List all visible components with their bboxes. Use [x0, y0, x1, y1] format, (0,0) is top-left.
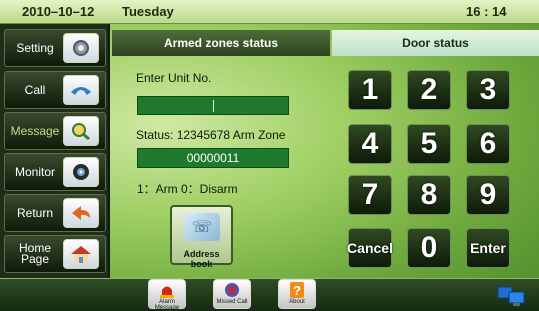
tab-armed-zones-status[interactable]: Armed zones status	[112, 30, 330, 56]
sidebar-item-label: Setting	[16, 40, 54, 55]
keypad-key-5[interactable]: 5	[407, 124, 451, 164]
return-arrow-icon	[63, 198, 99, 228]
keypad-key-0[interactable]: 0	[407, 228, 451, 268]
keypad-key-2[interactable]: 2	[407, 70, 451, 110]
keypad-key-4[interactable]: 4	[348, 124, 392, 164]
sidebar-item-label: Message	[10, 123, 60, 138]
keypad-key-7[interactable]: 7	[348, 175, 392, 215]
status-bar: 2010–10–12 Tuesday 16 : 14	[0, 0, 539, 24]
unit-number-input[interactable]	[137, 96, 289, 115]
text-caret	[213, 100, 214, 112]
house-icon	[63, 239, 99, 269]
about-button[interactable]: ? About	[278, 279, 316, 309]
keypad-cancel-button[interactable]: Cancel	[347, 228, 393, 268]
keypad-key-1[interactable]: 1	[348, 70, 392, 110]
sidebar-item-label: Return	[16, 205, 54, 220]
camera-icon	[63, 157, 99, 187]
keypad-key-8[interactable]: 8	[407, 175, 451, 215]
svg-text:?: ?	[293, 283, 301, 298]
bottom-bar	[0, 278, 539, 311]
day: Tuesday	[122, 4, 174, 19]
sidebar-item-label: Call	[24, 82, 46, 97]
arm-zone-display: 00000011	[137, 148, 289, 168]
sidebar-item-label: Monitor	[14, 164, 55, 179]
address-book-button[interactable]: ☏ Address book	[170, 205, 233, 269]
network-computers-icon	[496, 285, 526, 307]
keypad-key-6[interactable]: 6	[466, 124, 510, 164]
arm-status-label: Status: 12345678 Arm Zone	[136, 128, 286, 142]
missed-call-label: Missed Call	[216, 299, 248, 305]
keypad-key-3[interactable]: 3	[466, 70, 510, 110]
gear-icon	[63, 33, 99, 63]
alarm-message-label: Alarm Message	[154, 299, 180, 311]
screen: 2010–10–12 Tuesday 16 : 14 Setting Call …	[0, 0, 539, 311]
sidebar-item-message[interactable]: Message	[4, 112, 106, 150]
keypad-key-9[interactable]: 9	[466, 175, 510, 215]
alarm-light-icon	[149, 280, 185, 300]
sidebar-item-return[interactable]: Return	[4, 194, 106, 232]
sidebar-item-label: Home Page	[18, 241, 51, 266]
missed-call-icon	[214, 280, 250, 300]
keypad-enter-button[interactable]: Enter	[466, 228, 510, 268]
sidebar: Setting Call Message Monitor Return Home…	[0, 24, 110, 278]
arm-legend: 1：Arm 0：Disarm	[137, 182, 238, 196]
alarm-message-button[interactable]: Alarm Message	[148, 279, 186, 311]
question-mark-icon: ?	[279, 280, 315, 300]
magnifier-icon	[63, 116, 99, 146]
sidebar-item-call[interactable]: Call	[4, 71, 106, 109]
tab-door-status[interactable]: Door status	[332, 30, 539, 56]
sidebar-item-home-page[interactable]: Home Page	[4, 235, 106, 273]
date: 2010–10–12	[22, 4, 95, 19]
address-book-icon: ☏	[184, 213, 220, 241]
unit-number-label: Enter Unit No.	[136, 71, 212, 85]
phone-icon	[63, 75, 99, 105]
time: 16 : 14	[466, 4, 507, 19]
sidebar-item-setting[interactable]: Setting	[4, 29, 106, 67]
missed-call-button[interactable]: Missed Call	[213, 279, 251, 309]
about-label: About	[289, 299, 305, 305]
address-book-label: Address book	[183, 249, 220, 269]
sidebar-item-monitor[interactable]: Monitor	[4, 153, 106, 191]
